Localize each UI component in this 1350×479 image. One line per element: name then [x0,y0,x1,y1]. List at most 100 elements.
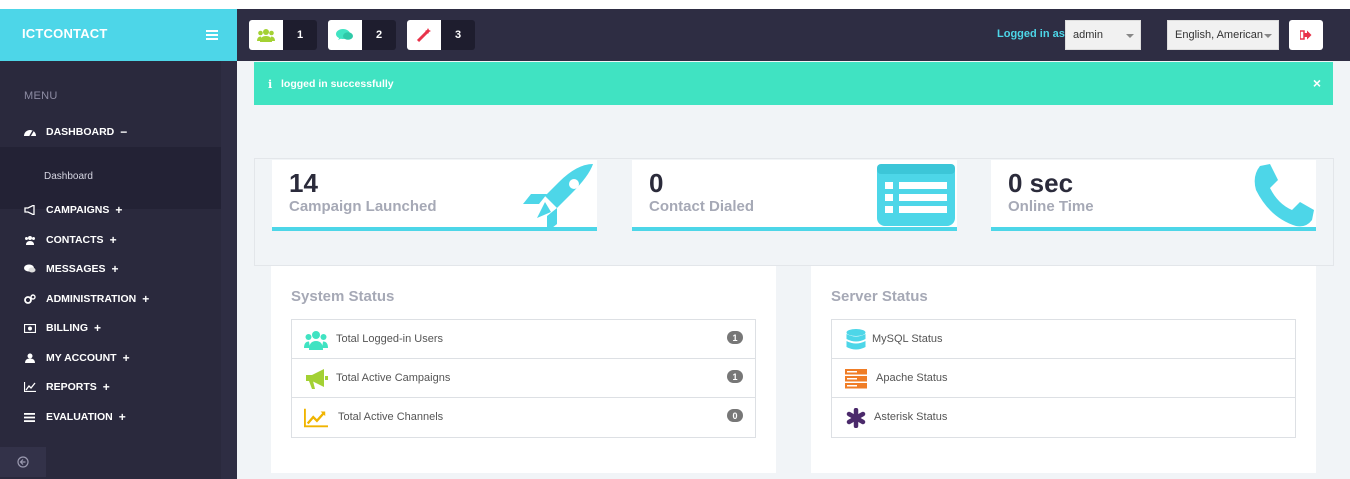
phone-icon [1254,164,1314,227]
list-item: MySQL Status [832,320,1295,359]
user-select[interactable]: admin [1065,20,1141,50]
top-border [0,0,1350,9]
status-label: Apache Status [876,372,948,384]
expand-toggle: + [115,203,123,217]
chevron-down-icon [1126,34,1134,38]
bullhorn-icon [23,204,36,216]
stat-value: 0 [649,168,664,198]
sidebar-item-label: CONTACTS [46,234,104,246]
collapse-toggle: − [120,125,128,139]
money-icon [23,322,36,334]
stat-label: Contact Dialed [649,198,755,215]
sidebar-item-dashboard[interactable]: DASHBOARD − [0,119,221,145]
brand-bar: ICTCONTACT [0,9,237,61]
magic-wand-icon [407,20,441,50]
expand-toggle: + [122,351,130,365]
sidebar-item-messages[interactable]: MESSAGES + [0,256,221,282]
list-icon [23,411,36,423]
stat-card-online-time: 0 sec Online Time [991,160,1316,231]
system-status-panel: System Status Total Logged-in Users 1 To… [271,266,776,473]
sidebar-item-administration[interactable]: ADMINISTRATION + [0,286,221,312]
language-select[interactable]: English, American [1167,20,1279,50]
stat-label: Campaign Launched [289,198,437,215]
sidebar-subitem-dashboard[interactable]: Dashboard [44,171,93,182]
sidebar-collapse-button[interactable] [0,447,46,477]
list-item: Asterisk Status [832,398,1295,437]
sign-out-icon [1300,30,1312,40]
sidebar-item-label: DASHBOARD [46,126,115,138]
rocket-icon [523,164,593,227]
user-icon [23,352,36,364]
count-badge: 1 [727,370,743,383]
success-alert: i logged in successfully × [254,62,1333,105]
notification-messages[interactable]: 2 [328,20,396,50]
sidebar-item-billing[interactable]: BILLING + [0,315,221,341]
logged-in-label: Logged in as : [997,28,1072,40]
asterisk-icon [844,407,868,429]
bullhorn-icon [304,368,328,390]
server-status-panel: Server Status MySQL Status Apache Status… [811,266,1316,473]
user-select-value: admin [1073,29,1103,41]
sidebar-menu: MENU DASHBOARD − Dashboard CAMPAIGNS + C… [0,61,221,479]
stats-panel: 14 Campaign Launched 0 Contact Dialed 0 … [254,158,1334,266]
top-header: 1 2 3 Logged in as : admin English, Amer… [237,9,1350,61]
language-select-value: English, American [1175,29,1264,41]
stat-card-contacts: 0 Contact Dialed [632,160,957,231]
sidebar-scrollbar[interactable] [221,61,237,479]
sidebar-item-label: REPORTS [46,381,97,393]
sidebar-item-label: BILLING [46,322,88,334]
menu-heading: MENU [24,90,58,102]
users-icon [304,329,328,351]
expand-toggle: + [118,410,126,424]
app-title: ICTCONTACT [22,26,108,41]
list-card-icon [877,164,955,226]
menu-toggle-icon[interactable] [206,30,218,40]
sidebar-item-label: MESSAGES [46,263,106,275]
status-label: Asterisk Status [874,411,948,423]
status-label: Total Logged-in Users [336,333,444,345]
dashboard-icon [23,126,36,138]
count-badge: 0 [727,409,743,422]
circle-arrow-icon [17,456,29,468]
cogs-icon [23,293,36,305]
info-icon: i [268,78,273,91]
stat-value: 0 sec [1008,168,1074,198]
system-status-list: Total Logged-in Users 1 Total Active Cam… [291,319,756,438]
database-icon [844,329,868,351]
list-item: Total Active Campaigns 1 [292,359,755,398]
users-icon [23,234,36,246]
status-label: Total Active Campaigns [336,372,451,384]
stat-card-campaigns: 14 Campaign Launched [272,160,597,231]
list-item: Apache Status [832,359,1295,398]
sidebar-item-label: CAMPAIGNS [46,204,110,216]
sidebar-item-label: ADMINISTRATION [46,293,137,305]
list-item: Total Logged-in Users 1 [292,320,755,359]
chevron-down-icon [1264,34,1272,38]
notification-count: 1 [283,20,317,50]
expand-toggle: + [102,380,110,394]
stat-value: 14 [289,168,318,198]
sidebar-item-evaluation[interactable]: EVALUATION + [0,404,221,430]
list-item: Total Active Channels 0 [292,398,755,437]
logout-button[interactable] [1289,20,1323,50]
users-icon [249,20,283,50]
expand-toggle: + [109,233,117,247]
chart-icon [23,381,36,393]
sidebar-item-reports[interactable]: REPORTS + [0,374,221,400]
sidebar-item-campaigns[interactable]: CAMPAIGNS + [0,197,221,223]
chat-icon [328,20,362,50]
panel-title: Server Status [831,288,928,305]
notification-users[interactable]: 1 [249,20,317,50]
close-icon[interactable]: × [1313,75,1321,91]
sidebar-item-label: MY ACCOUNT [46,352,117,364]
sidebar: MENU DASHBOARD − Dashboard CAMPAIGNS + C… [0,61,237,479]
expand-toggle: + [94,321,102,335]
sidebar-item-my-account[interactable]: MY ACCOUNT + [0,345,221,371]
panel-title: System Status [291,288,395,305]
sidebar-item-contacts[interactable]: CONTACTS + [0,227,221,253]
status-label: MySQL Status [872,333,943,345]
expand-toggle: + [111,262,119,276]
notification-tasks[interactable]: 3 [407,20,475,50]
line-chart-icon [304,407,328,429]
alert-message: logged in successfully [281,78,394,90]
